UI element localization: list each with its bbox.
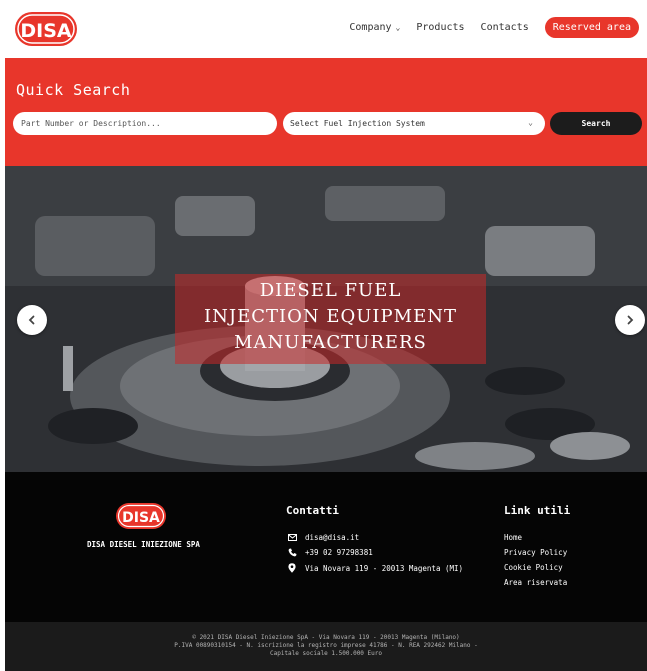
footer-phone-text: +39 02 97298381 — [305, 548, 373, 557]
footer-address-text: Via Novara 119 - 20013 Magenta (MI) — [305, 563, 464, 573]
chevron-left-icon — [28, 315, 35, 325]
footer-logo-text: DISA — [122, 510, 160, 526]
footer-company-name: DISA DIESEL INIEZIONE SPA — [87, 540, 200, 549]
footer-link-privacy-policy[interactable]: Privacy Policy — [504, 548, 567, 557]
reserved-area-button[interactable]: Reserved area — [544, 17, 639, 38]
footer-disa-logo[interactable]: DISA — [115, 502, 167, 530]
map-marker-icon — [286, 563, 298, 573]
disa-logo[interactable]: DISA — [14, 11, 78, 47]
footer-phone[interactable]: +39 02 97298381 — [286, 548, 373, 557]
hero-title-line-2: INJECTION EQUIPMENT — [204, 306, 457, 327]
phone-icon — [286, 548, 298, 557]
nav-company[interactable]: Company ⌄ — [349, 22, 400, 33]
footer-email[interactable]: disa@disa.it — [286, 533, 359, 542]
quick-search-title: Quick Search — [16, 81, 131, 99]
slider-prev-button[interactable] — [17, 305, 47, 335]
footer: DISA DISA DIESEL INIEZIONE SPA Contatti … — [5, 472, 647, 622]
nav-contacts-label: Contacts — [480, 22, 529, 33]
footer-links-title: Link utili — [504, 504, 571, 517]
chevron-right-icon — [627, 315, 634, 325]
chevron-down-icon: ⌄ — [528, 118, 533, 127]
footer-link-area-riservata[interactable]: Area riservata — [504, 578, 567, 587]
main-nav: Company ⌄ Products Contacts Reserved are… — [349, 17, 639, 38]
nav-contacts[interactable]: Contacts — [481, 22, 529, 33]
hero-caption: DIESEL FUEL INJECTION EQUIPMENT MANUFACT… — [175, 274, 486, 364]
logo-text: DISA — [20, 20, 72, 42]
legal-line-3: Capitale sociale 1.500.000 Euro — [270, 650, 382, 657]
select-value: Select Fuel Injection System — [290, 119, 425, 128]
footer-contacts-title: Contatti — [286, 504, 339, 517]
part-number-input[interactable] — [13, 112, 277, 135]
nav-products-label: Products — [416, 22, 465, 33]
footer-address: Via Novara 119 - 20013 Magenta (MI) — [286, 563, 463, 573]
hero-title-line-3: MANUFACTURERS — [234, 332, 427, 353]
quick-search-panel: Quick Search Select Fuel Injection Syste… — [5, 58, 647, 166]
footer-email-text: disa@disa.it — [305, 533, 360, 542]
hero-slider: DIESEL FUEL INJECTION EQUIPMENT MANUFACT… — [5, 166, 647, 472]
fuel-injection-system-select[interactable]: Select Fuel Injection System ⌄ — [283, 112, 545, 135]
envelope-icon — [286, 534, 298, 541]
nav-company-label: Company — [349, 22, 392, 33]
footer-link-home[interactable]: Home — [504, 533, 522, 542]
search-button[interactable]: Search — [550, 112, 642, 135]
legal-bar: © 2021 DISA Diesel Iniezione SpA - Via N… — [5, 622, 647, 671]
chevron-down-icon: ⌄ — [395, 23, 401, 32]
header: DISA Company ⌄ Products Contacts Reserve… — [0, 0, 647, 58]
footer-link-cookie-policy[interactable]: Cookie Policy — [504, 563, 563, 572]
legal-line-1: © 2021 DISA Diesel Iniezione SpA - Via N… — [192, 634, 460, 641]
hero-title-line-1: DIESEL FUEL — [259, 280, 402, 301]
legal-line-2: P.IVA 00890310154 - N. iscrizione la reg… — [174, 642, 478, 649]
slider-next-button[interactable] — [615, 305, 645, 335]
nav-products[interactable]: Products — [416, 22, 464, 33]
